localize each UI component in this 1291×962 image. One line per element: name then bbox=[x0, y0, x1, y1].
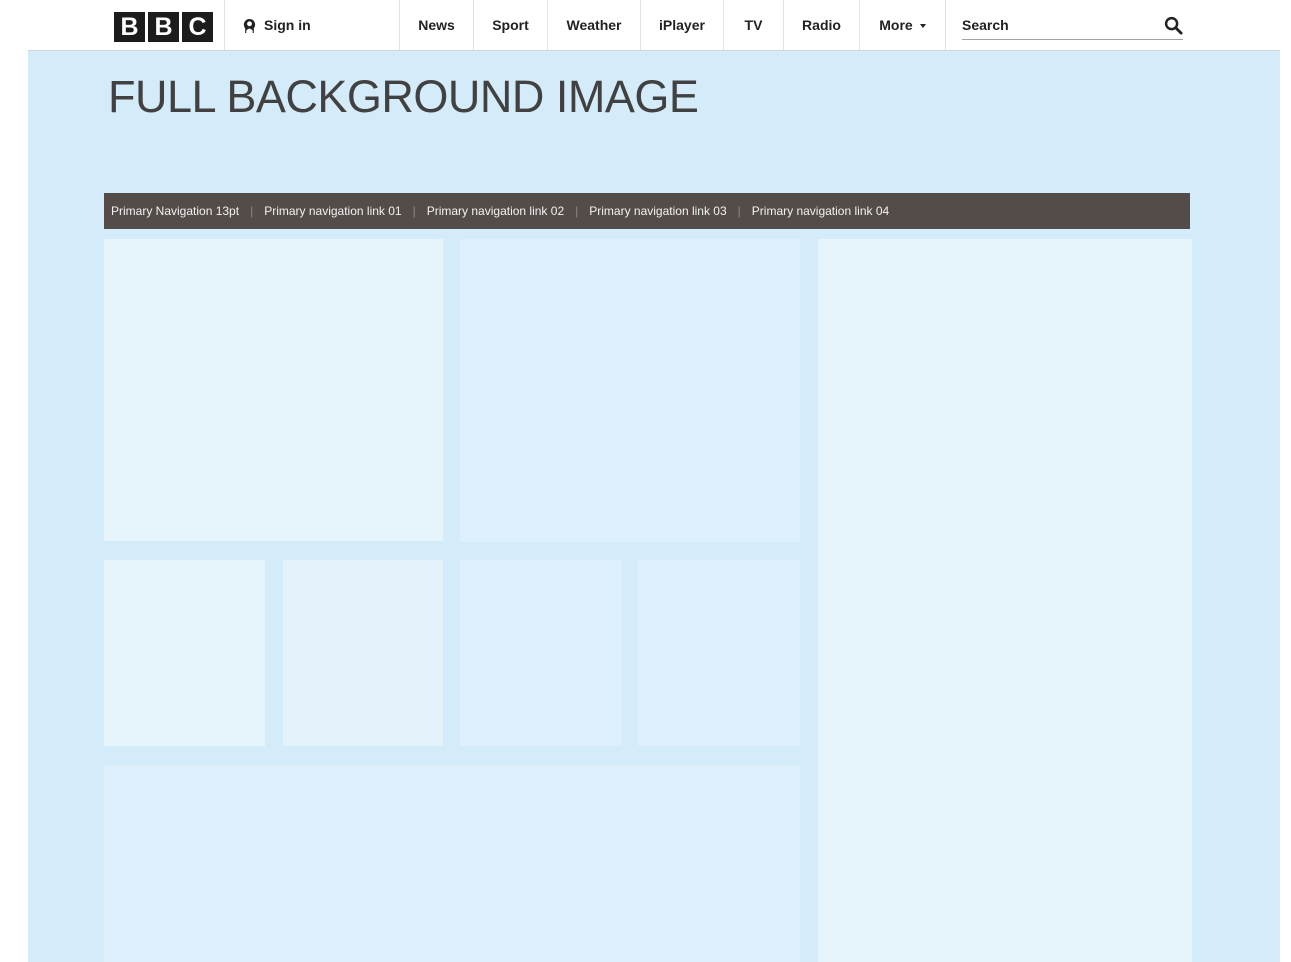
primary-nav-link-04[interactable]: Primary navigation link 04 bbox=[752, 204, 889, 218]
primary-navigation-bar: Primary Navigation 13pt | Primary naviga… bbox=[104, 193, 1190, 229]
search-label: Search bbox=[962, 17, 1009, 33]
background-area: FULL BACKGROUND IMAGE Primary Navigation… bbox=[28, 51, 1280, 962]
nav-item-label: TV bbox=[744, 17, 763, 33]
logo-letter-b2: B bbox=[148, 12, 179, 42]
nav-separator: | bbox=[737, 204, 741, 218]
nav-item-tv[interactable]: TV bbox=[723, 0, 783, 50]
nav-item-label: More bbox=[879, 17, 913, 33]
page-title: FULL BACKGROUND IMAGE bbox=[108, 71, 699, 122]
nav-item-radio[interactable]: Radio bbox=[783, 0, 859, 50]
nav-item-weather[interactable]: Weather bbox=[547, 0, 640, 50]
caret-down-icon bbox=[919, 24, 926, 28]
logo-letter-b1: B bbox=[114, 12, 145, 42]
content-tile-small-1 bbox=[104, 560, 265, 746]
bbc-logo[interactable]: B B C bbox=[114, 12, 213, 42]
page: B B C Sign in News Sport Weather iPlayer… bbox=[0, 0, 1291, 962]
nav-item-label: Weather bbox=[566, 17, 622, 33]
content-tile-small-3 bbox=[460, 560, 622, 746]
primary-nav-link-03[interactable]: Primary navigation link 03 bbox=[589, 204, 726, 218]
sidebar-tile bbox=[818, 239, 1192, 962]
user-icon bbox=[243, 18, 256, 33]
search-icon[interactable] bbox=[1164, 16, 1183, 35]
logo-letter-c: C bbox=[182, 12, 213, 42]
primary-nav-link-01[interactable]: Primary navigation link 01 bbox=[264, 204, 401, 218]
nav-item-label: News bbox=[418, 17, 455, 33]
content-tile-large-1 bbox=[104, 239, 443, 541]
content-tile-large-2 bbox=[460, 239, 800, 542]
global-header: B B C Sign in News Sport Weather iPlayer… bbox=[28, 0, 1280, 51]
nav-item-label: Sport bbox=[492, 17, 529, 33]
nav-item-label: Radio bbox=[802, 17, 841, 33]
search-box[interactable]: Search bbox=[962, 11, 1183, 40]
nav-item-sport[interactable]: Sport bbox=[473, 0, 547, 50]
nav-separator: | bbox=[575, 204, 579, 218]
nav-separator: | bbox=[250, 204, 254, 218]
primary-nav-link-02[interactable]: Primary navigation link 02 bbox=[427, 204, 564, 218]
nav-separator: | bbox=[412, 204, 416, 218]
nav-item-news[interactable]: News bbox=[399, 0, 473, 50]
primary-nav-heading: Primary Navigation 13pt bbox=[111, 204, 240, 218]
nav-item-more[interactable]: More bbox=[859, 0, 946, 50]
global-nav: News Sport Weather iPlayer TV Radio More bbox=[399, 0, 946, 50]
content-tile-small-2 bbox=[283, 560, 443, 746]
content-tile-wide bbox=[104, 765, 800, 962]
sign-in-link[interactable]: Sign in bbox=[224, 0, 400, 50]
nav-item-label: iPlayer bbox=[659, 17, 705, 33]
nav-item-iplayer[interactable]: iPlayer bbox=[640, 0, 723, 50]
content-tile-small-4 bbox=[638, 560, 800, 746]
sign-in-label: Sign in bbox=[264, 17, 311, 33]
